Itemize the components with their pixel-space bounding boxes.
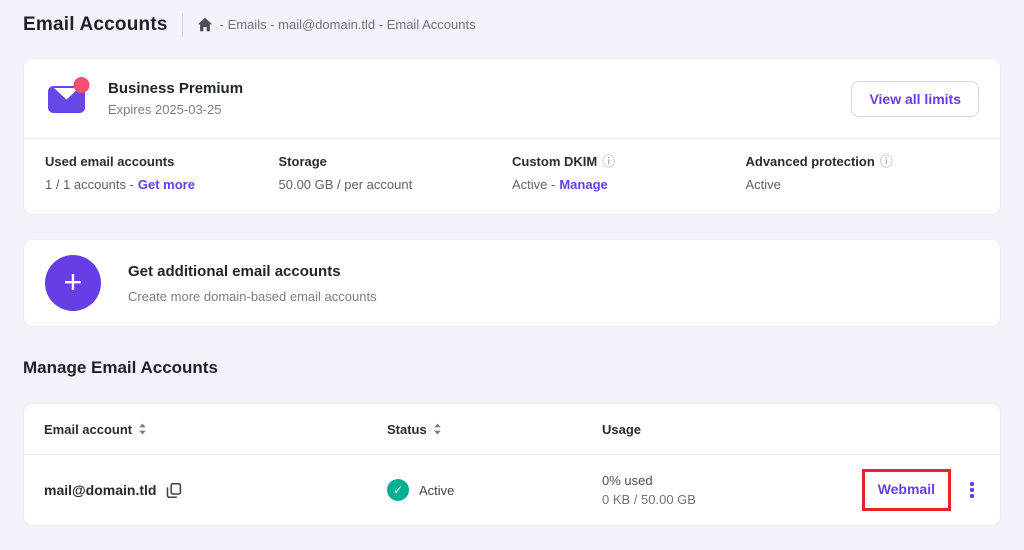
stat-value: Active	[746, 177, 781, 192]
red-highlight-annotation: Webmail	[862, 469, 951, 511]
page-header: Email Accounts - Emails - mail@domain.tl…	[23, 0, 1001, 36]
status-cell: ✓ Active	[387, 479, 602, 501]
breadcrumb: - Emails - mail@domain.tld - Email Accou…	[197, 17, 476, 32]
stat-value: Active -	[512, 177, 555, 192]
stat-label: Storage	[279, 154, 327, 169]
email-plan-icon	[45, 76, 91, 121]
plus-icon[interactable]: +	[45, 255, 101, 311]
email-address: mail@domain.tld	[44, 482, 156, 498]
usage-cell: 0% used 0 KB / 50.00 GB	[602, 471, 862, 509]
stat-storage: Storage 50.00 GB / per account	[279, 154, 513, 196]
view-all-limits-button[interactable]: View all limits	[851, 81, 979, 117]
plan-info: Business Premium Expires 2025-03-25	[108, 80, 243, 117]
stat-advanced-protection: Advanced protection ⓘ Active	[746, 154, 980, 196]
column-header-usage: Usage	[602, 422, 980, 437]
stat-value: 1 / 1 accounts -	[45, 177, 134, 192]
sort-icon[interactable]	[138, 423, 147, 435]
stat-used-email-accounts: Used email accounts 1 / 1 accounts - Get …	[45, 154, 279, 196]
get-more-link[interactable]: Get more	[138, 177, 195, 192]
home-icon[interactable]	[197, 17, 213, 32]
plan-expiry: Expires 2025-03-25	[108, 102, 243, 117]
info-icon[interactable]: ⓘ	[880, 155, 893, 168]
additional-accounts-subtitle: Create more domain-based email accounts	[128, 289, 377, 304]
plan-stats-row: Used email accounts 1 / 1 accounts - Get …	[24, 138, 1000, 214]
copy-icon[interactable]	[166, 482, 182, 499]
stat-label: Custom DKIM	[512, 154, 597, 169]
email-accounts-page: Email Accounts - Emails - mail@domain.tl…	[0, 0, 1024, 526]
email-account-cell: mail@domain.tld	[44, 482, 387, 499]
additional-accounts-info: Get additional email accounts Create mor…	[128, 263, 377, 304]
email-accounts-table: Email account Status Usa	[23, 403, 1001, 526]
kebab-menu-icon[interactable]	[964, 478, 980, 502]
row-actions: Webmail	[862, 469, 980, 511]
info-icon[interactable]: ⓘ	[602, 155, 615, 168]
plan-card: Business Premium Expires 2025-03-25 View…	[23, 58, 1001, 215]
stat-label: Advanced protection	[746, 154, 875, 169]
manage-dkim-link[interactable]: Manage	[559, 177, 607, 192]
table-header-row: Email account Status Usa	[24, 404, 1000, 454]
header-divider	[182, 13, 183, 37]
status-text: Active	[419, 483, 454, 498]
additional-accounts-title: Get additional email accounts	[128, 263, 377, 280]
column-header-status[interactable]: Status	[387, 422, 602, 437]
stat-label: Used email accounts	[45, 154, 174, 169]
usage-percent: 0% used	[602, 471, 862, 490]
table-row: mail@domain.tld ✓ Active 0% used 0 KB / …	[24, 454, 1000, 525]
stat-custom-dkim: Custom DKIM ⓘ Active - Manage	[512, 154, 746, 196]
page-title: Email Accounts	[23, 14, 168, 36]
active-check-icon: ✓	[387, 479, 409, 501]
usage-detail: 0 KB / 50.00 GB	[602, 490, 862, 509]
column-header-email-account[interactable]: Email account	[44, 422, 387, 437]
webmail-link[interactable]: Webmail	[878, 481, 935, 497]
sort-icon[interactable]	[433, 423, 442, 435]
plan-name: Business Premium	[108, 80, 243, 97]
breadcrumb-text: - Emails - mail@domain.tld - Email Accou…	[220, 17, 476, 32]
additional-accounts-card[interactable]: + Get additional email accounts Create m…	[23, 239, 1001, 327]
manage-section-heading: Manage Email Accounts	[23, 358, 1001, 378]
plan-summary: Business Premium Expires 2025-03-25 View…	[24, 59, 1000, 138]
stat-value: 50.00 GB / per account	[279, 177, 413, 192]
